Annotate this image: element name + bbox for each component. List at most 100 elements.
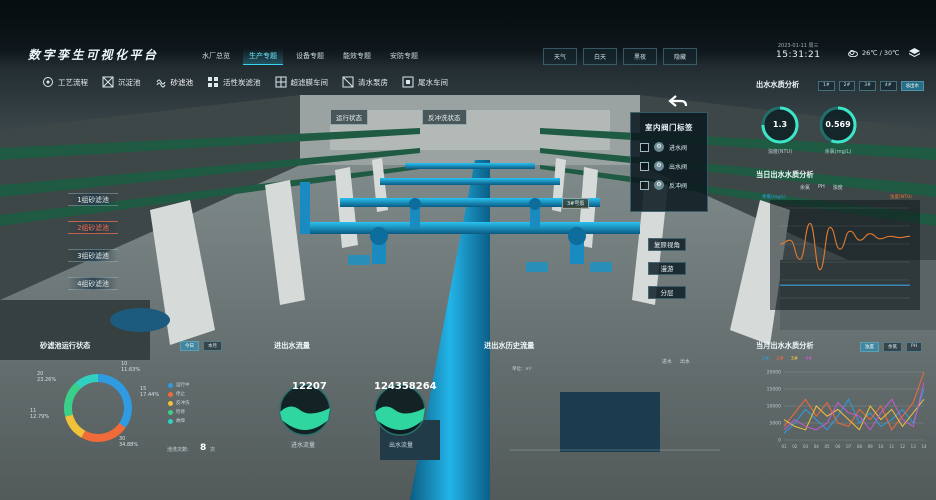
process-icon (43, 77, 53, 87)
quality-tab-2[interactable]: 2# (838, 81, 856, 91)
legend-label: 运行中 (176, 383, 190, 388)
monthly-tab-turbidity[interactable]: 浊度 (860, 342, 879, 352)
donut-legend-item: 反冲洗 (168, 400, 190, 406)
subnav-membrane[interactable]: 超滤膜车间 (275, 76, 328, 88)
monthly-tab-ph[interactable]: PH (906, 342, 923, 352)
x-tick-label: 07 (846, 444, 852, 449)
backwash-status-tag[interactable]: 反冲洗状态 (422, 109, 467, 125)
tab-equipment[interactable]: 设备专题 (290, 48, 330, 65)
filter-group-3[interactable]: 3组砂滤池 (68, 249, 118, 262)
subnav-sedimentation[interactable]: 沉淀池 (102, 76, 141, 88)
water-quality-title: 出水水质分析 (756, 80, 800, 89)
daily-quality-chart (770, 200, 920, 310)
valve-row-outlet[interactable]: ⚙ 出水阀 (640, 161, 707, 171)
valve-icon: ⚙ (654, 180, 664, 190)
wash-count-value: 8 (200, 443, 207, 453)
backwash-checkbox[interactable] (640, 180, 649, 190)
monthly-chart-title: 当月出水水质分析 (756, 341, 814, 350)
x-tick-label: 08 (857, 444, 863, 449)
monthly-chart-tabs: 浊度 余氯 PH (860, 342, 923, 352)
tab-production[interactable]: 生产专题 (243, 48, 283, 65)
night-button[interactable]: 黑夜 (623, 48, 658, 65)
inflow-label: 进水流量 (291, 442, 316, 449)
tab-overview[interactable]: 水厂总览 (196, 48, 236, 65)
building-icon (402, 76, 414, 88)
main-nav: 水厂总览 生产专题 设备专题 能效专题 安防专题 (196, 48, 424, 65)
x-tick-label: 13 (911, 444, 917, 449)
view-controls: 天气 白天 黑夜 隐藏 (543, 48, 698, 65)
subnav-process[interactable]: 工艺流程 (42, 76, 88, 88)
quality-tab-total[interactable]: 总出水 (900, 81, 925, 91)
back-arrow-icon[interactable] (668, 94, 688, 108)
roam-button[interactable]: 漫游 (648, 262, 686, 275)
pump-icon (342, 76, 354, 88)
monthly-tab-chlorine[interactable]: 余氯 (883, 342, 902, 352)
donut-data-label: 30 34.88% (119, 436, 139, 449)
tab-energy[interactable]: 能效专题 (337, 48, 377, 65)
chlorine-label: 余氯(mg/L) (824, 149, 852, 155)
quality-tab-1[interactable]: 1# (818, 81, 835, 91)
legend-chlorine: 余氯 (800, 185, 811, 191)
quality-tab-3[interactable]: 3# (859, 81, 876, 91)
subnav-pump-house[interactable]: 清水泵房 (342, 76, 388, 88)
monthly-chart-legend: 1# 2# 3# 4# (762, 356, 813, 362)
legend-inflow: 进水 (662, 359, 673, 365)
subnav-label: 沉淀池 (118, 77, 141, 87)
cloud-icon (848, 50, 858, 57)
donut-legend-item: 故障 (168, 418, 190, 424)
x-tick-label: 10 (878, 444, 884, 449)
inlet-checkbox[interactable] (640, 142, 649, 152)
day-button[interactable]: 白天 (583, 48, 618, 65)
weather-select[interactable]: 天气 (543, 48, 578, 65)
tab-security[interactable]: 安防专题 (384, 48, 424, 65)
subnav-tail-water[interactable]: 尾水车间 (402, 76, 448, 88)
valve-row-backwash[interactable]: ⚙ 反冲阀 (640, 180, 707, 190)
donut-legend-item: 检修 (168, 409, 190, 415)
x-tick-label: 04 (814, 444, 820, 449)
filter-group-2[interactable]: 2组砂滤池 (68, 221, 118, 234)
inflow-value: 12207 (292, 381, 327, 392)
legend-label: 故障 (176, 419, 185, 424)
valve-label: 进水阀 (669, 144, 688, 152)
y-tick-label: 0 (778, 438, 781, 444)
subnav-carbon-filter[interactable]: 活性炭滤池 (207, 76, 261, 88)
valve-label: 反冲阀 (669, 182, 688, 190)
hide-button[interactable]: 隐藏 (663, 48, 698, 65)
tab-month[interactable]: 本月 (203, 341, 222, 351)
layers-icon[interactable] (909, 48, 920, 57)
x-tick-label: 12 (900, 444, 906, 449)
subnav-sand-filter[interactable]: 砂滤池 (155, 76, 193, 88)
tab-today[interactable]: 今日 (180, 341, 199, 351)
date-text: 2023-01-11 周三 (777, 43, 819, 49)
subnav-label: 尾水车间 (418, 77, 448, 87)
history-chart-area (510, 449, 720, 451)
legend-label: 停止 (176, 392, 185, 397)
y-tick-label: 20000 (767, 370, 781, 376)
wash-count-unit: 次 (210, 447, 216, 453)
legend-4: 4# (805, 356, 813, 362)
filter-icon (156, 79, 165, 88)
legend-2: 2# (776, 356, 784, 362)
legend-dot (168, 418, 173, 424)
pump-label-tag[interactable]: 3#号泵 (562, 198, 590, 209)
outlet-checkbox[interactable] (640, 161, 649, 171)
x-tick-label: 05 (825, 444, 831, 449)
legend-ph: PH (818, 184, 825, 190)
layer-button[interactable]: 分层 (648, 286, 686, 299)
reset-view-button[interactable]: 复原视角 (648, 238, 686, 251)
run-status-tag[interactable]: 运行状态 (330, 109, 368, 125)
legend-label: 反冲洗 (176, 401, 190, 406)
membrane-icon (275, 76, 286, 88)
legend-dot (168, 409, 173, 415)
datetime: 2023-01-11 周三 15:31:21 (776, 44, 820, 60)
filter-status-tabs: 今日 本月 (180, 341, 222, 351)
quality-tab-4[interactable]: 4# (879, 81, 897, 91)
subnav-label: 工艺流程 (58, 77, 88, 87)
filter-group-4[interactable]: 4组砂滤池 (68, 277, 118, 290)
subnav-label: 清水泵房 (358, 77, 388, 87)
tank-icon (102, 76, 114, 88)
valve-row-inlet[interactable]: ⚙ 进水阀 (640, 142, 707, 152)
y-tick-label: 10000 (767, 404, 781, 410)
filter-group-1[interactable]: 1组砂滤池 (68, 193, 118, 206)
donut-slice (65, 414, 86, 438)
